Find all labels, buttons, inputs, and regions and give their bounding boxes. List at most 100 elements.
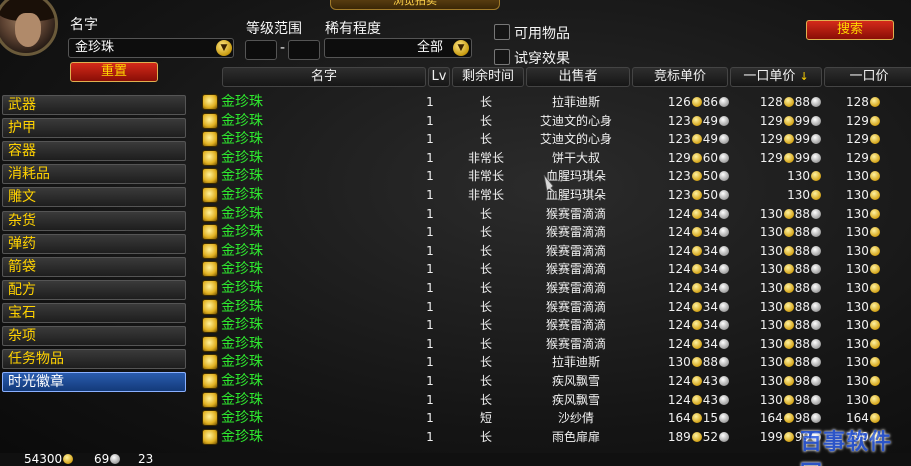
gold-coin-icon xyxy=(869,171,880,182)
column-time-left[interactable]: 剩余时间 xyxy=(452,67,524,87)
bid-unit-gold: 124 xyxy=(667,281,691,295)
category-item[interactable]: 配方 xyxy=(2,279,186,300)
buyout-price: 130 xyxy=(846,391,911,409)
seller-name: 拉菲迪斯 xyxy=(551,355,600,370)
bid-unit-price: 124 43 xyxy=(634,372,730,390)
column-bid-unit[interactable]: 竞标单价 xyxy=(632,67,728,87)
gold-coin-icon xyxy=(783,376,794,386)
pearl-item-icon xyxy=(202,280,218,296)
usable-items-checkbox[interactable] xyxy=(494,24,510,40)
reset-button[interactable]: 重置 xyxy=(70,62,158,82)
pearl-item-icon xyxy=(202,317,218,334)
pearl-item-icon xyxy=(202,428,218,445)
search-button[interactable]: 搜索 xyxy=(806,20,894,40)
seller-name: 猴赛雷滴滴 xyxy=(545,243,606,258)
rarity-dropdown-icon[interactable]: ▼ xyxy=(453,40,469,56)
item-name: 金珍珠 xyxy=(221,131,263,148)
buyout-gold: 130 xyxy=(846,206,869,221)
item-level: 1 xyxy=(426,374,434,388)
auction-row[interactable]: 金珍珠 1 长 猴赛雷滴滴 124 34 130 88 130 xyxy=(196,223,911,242)
bid-unit-gold: 164 xyxy=(667,411,691,426)
time-left: 长 xyxy=(479,132,492,147)
buyout-unit-price: 130 xyxy=(726,186,822,204)
category-item[interactable]: 容器 xyxy=(2,141,186,162)
auction-row[interactable]: 金珍珠 1 长 猴赛雷滴滴 124 34 130 88 130 xyxy=(196,298,911,317)
bid-unit-price: 124 34 xyxy=(634,316,730,334)
item-name: 金珍珠 xyxy=(221,242,263,259)
bid-unit-gold: 124 xyxy=(667,262,691,277)
auction-row[interactable]: 金珍珠 1 长 艾迪文的心身 123 49 129 99 129 xyxy=(196,130,911,149)
buyout-gold: 130 xyxy=(846,281,869,295)
pearl-item-icon xyxy=(202,373,218,389)
buyout-gold: 130 xyxy=(846,336,869,351)
bid-unit-price: 124 34 xyxy=(634,242,730,260)
category-item[interactable]: 武器 xyxy=(2,95,186,115)
rarity-dropdown[interactable]: 全部 xyxy=(324,38,472,58)
buyout-unit-gold: 199 xyxy=(759,429,783,444)
category-item[interactable]: 弹药 xyxy=(2,233,186,254)
silver-coin-icon xyxy=(811,264,821,275)
category-item[interactable]: 护甲 xyxy=(2,118,186,139)
category-item[interactable]: 杂货 xyxy=(2,210,186,231)
auction-row[interactable]: 金珍珠 1 非常长 饼干大叔 129 60 129 99 129 xyxy=(196,149,911,168)
portrait-face xyxy=(15,13,41,47)
silver-coin-icon xyxy=(811,376,821,386)
silver-coin-icon xyxy=(811,338,821,349)
gold-coin-icon xyxy=(691,357,702,368)
auction-row[interactable]: 金珍珠 1 长 拉菲迪斯 126 86 128 88 128 xyxy=(196,93,911,112)
silver-coin-icon xyxy=(811,115,821,126)
column-buyout[interactable]: 一口价 xyxy=(824,67,911,87)
category-item[interactable]: 雕文 xyxy=(2,187,186,208)
seller-name: 猴赛雷滴滴 xyxy=(545,262,606,277)
auction-row[interactable]: 金珍珠 1 长 疾风飘雪 124 43 130 98 130 xyxy=(196,391,911,410)
buyout-unit-price: 130 88 xyxy=(726,279,822,297)
auction-row[interactable]: 金珍珠 1 长 猴赛雷滴滴 124 34 130 88 130 xyxy=(196,205,911,224)
auction-row[interactable]: 金珍珠 1 长 猴赛雷滴滴 124 34 130 88 130 xyxy=(196,316,911,335)
auction-row[interactable]: 金珍珠 1 长 猴赛雷滴滴 124 34 130 88 130 xyxy=(196,242,911,261)
name-input[interactable]: 金珍珠 xyxy=(68,38,234,58)
column-buyout-unit[interactable]: 一口单价 ↓ xyxy=(730,67,822,87)
item-level: 1 xyxy=(426,262,434,277)
auction-row[interactable]: 金珍珠 1 长 猴赛雷滴滴 124 34 130 88 130 xyxy=(196,279,911,298)
buyout-unit-gold: 130 xyxy=(787,169,810,184)
category-item[interactable]: 时光徽章 xyxy=(2,372,186,393)
gold-coin-icon xyxy=(783,320,794,331)
silver-coin-icon xyxy=(811,357,821,368)
column-lv[interactable]: Lv xyxy=(428,67,450,87)
buyout-gold: 128 xyxy=(846,95,869,109)
buyout-unit-silver: 88 xyxy=(794,281,810,295)
auction-row[interactable]: 金珍珠 1 长 疾风飘雪 124 43 130 98 130 xyxy=(196,372,911,391)
category-item[interactable]: 任务物品 xyxy=(2,349,186,370)
rarity-value: 全部 xyxy=(416,40,443,55)
category-item[interactable]: 消耗品 xyxy=(2,164,186,185)
buyout-unit-gold: 130 xyxy=(759,392,783,407)
column-name[interactable]: 名字 xyxy=(222,67,426,87)
level-max-input[interactable] xyxy=(288,40,320,60)
try-on-checkbox[interactable] xyxy=(494,49,510,65)
silver-coin-icon xyxy=(811,227,821,238)
buyout-gold: 130 xyxy=(846,374,869,388)
buyout-unit-price: 130 88 xyxy=(726,353,822,371)
auction-row[interactable]: 金珍珠 1 长 猴赛雷滴滴 124 34 130 88 130 xyxy=(196,335,911,354)
buyout-price: 130 xyxy=(846,260,911,278)
category-item[interactable]: 箭袋 xyxy=(2,256,186,277)
category-item[interactable]: 宝石 xyxy=(2,302,186,323)
level-min-input[interactable] xyxy=(245,40,277,60)
bid-unit-price: 130 88 xyxy=(634,353,730,371)
bid-unit-silver: 34 xyxy=(702,225,718,240)
bid-unit-gold: 123 xyxy=(667,132,691,147)
buyout-unit-silver: 98 xyxy=(794,374,810,388)
category-item[interactable]: 杂项 xyxy=(2,326,186,346)
time-left: 长 xyxy=(479,243,492,258)
pearl-item-icon xyxy=(202,335,218,352)
auction-row[interactable]: 金珍珠 1 长 猴赛雷滴滴 124 34 130 88 130 xyxy=(196,260,911,279)
bid-unit-price: 189 52 xyxy=(634,428,730,446)
gold-coin-icon xyxy=(691,208,702,219)
column-seller[interactable]: 出售者 xyxy=(526,67,630,87)
name-dropdown-icon[interactable]: ▼ xyxy=(216,40,232,56)
buyout-unit-gold: 130 xyxy=(787,188,810,202)
auction-row[interactable]: 金珍珠 1 长 艾迪文的心身 123 49 129 99 129 xyxy=(196,112,911,131)
auction-row[interactable]: 金珍珠 1 长 拉菲迪斯 130 88 130 88 130 xyxy=(196,353,911,372)
pearl-item-icon xyxy=(202,298,218,315)
buyout-unit-price: 129 99 xyxy=(726,130,822,148)
